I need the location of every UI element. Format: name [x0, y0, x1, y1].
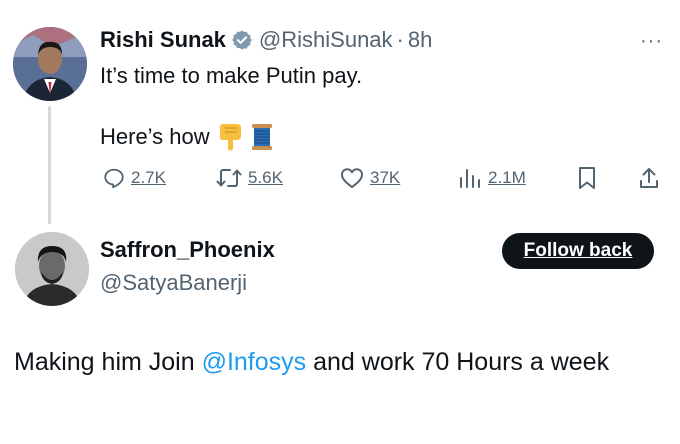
avatar-image — [15, 232, 89, 306]
avatar-image — [13, 27, 87, 101]
repost-action[interactable]: 5.6K — [216, 162, 283, 194]
share-icon — [640, 168, 658, 188]
reply-icon — [104, 168, 124, 189]
thread-connector-line — [48, 106, 51, 224]
reply-author-handle[interactable]: @SatyaBanerji — [100, 270, 247, 296]
views-chart-icon — [460, 169, 480, 188]
like-action[interactable]: 37K — [340, 162, 400, 194]
pointing-down-emoji-icon — [217, 123, 243, 151]
bookmark-icon — [579, 167, 595, 189]
share-button[interactable] — [638, 162, 660, 194]
tweet-timestamp[interactable]: 8h — [408, 27, 432, 53]
mention-link[interactable]: @Infosys — [202, 348, 307, 376]
bookmark-button[interactable] — [577, 162, 597, 194]
heart-icon — [341, 168, 363, 188]
meta-separator: · — [396, 27, 404, 52]
thread-spool-emoji-icon — [250, 123, 274, 151]
more-options-icon[interactable]: ··· — [640, 30, 663, 53]
reply-text-after: and work 70 Hours a week — [306, 348, 610, 376]
reply-text: Making him Join @Infosys and work 70 Hou… — [14, 343, 654, 381]
views-action[interactable]: 2.1M — [458, 162, 526, 194]
repost-count: 5.6K — [248, 168, 283, 187]
tweet-header: Rishi Sunak @RishiSunak · 8h — [100, 27, 432, 53]
reply-author-name[interactable]: Saffron_Phoenix — [100, 237, 275, 263]
tweet-text-line2: Here’s how — [100, 122, 274, 152]
repost-icon — [216, 169, 242, 187]
avatar-rishi-sunak[interactable] — [13, 27, 87, 101]
avatar-saffron-phoenix[interactable] — [15, 232, 89, 306]
like-count: 37K — [370, 168, 401, 187]
reply-action[interactable]: 2.7K — [103, 162, 166, 194]
tweet-text-line1: It’s time to make Putin pay. — [100, 63, 363, 88]
author-handle[interactable]: @RishiSunak — [259, 27, 393, 53]
tweet-text-line2-label: Here’s how — [100, 124, 210, 149]
verified-badge-icon — [231, 29, 253, 51]
reply-count: 2.7K — [131, 168, 166, 187]
follow-back-button[interactable]: Follow back — [502, 233, 654, 269]
view-count: 2.1M — [488, 168, 526, 187]
reply-text-before: Making him Join — [14, 348, 202, 376]
author-name[interactable]: Rishi Sunak — [100, 27, 226, 53]
